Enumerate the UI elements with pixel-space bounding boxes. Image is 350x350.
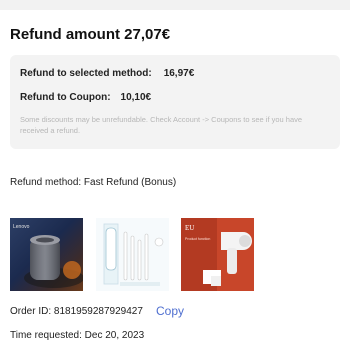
refund-breakdown-card: Refund to selected method: 16,97€ Refund … — [10, 55, 340, 149]
top-strip — [0, 0, 350, 10]
eu-badge: EU — [185, 224, 194, 232]
toothbrush-illustration — [103, 223, 164, 286]
discount-note: Some discounts may be unrefundable. Chec… — [20, 115, 303, 135]
refund-amount-title: Refund amount 27,07€ — [10, 26, 171, 43]
refund-coupon-row: Refund to Coupon: 10,10€ — [20, 92, 151, 103]
copy-order-id-button[interactable]: Copy — [156, 304, 184, 318]
time-requested: Time requested: Dec 20, 2023 — [10, 330, 145, 341]
toothbrush-kit-image[interactable] — [96, 218, 169, 291]
speaker-illustration: Lenovo — [13, 224, 83, 288]
refund-selected-method-label: Refund to selected method: — [20, 68, 152, 79]
refund-coupon-label: Refund to Coupon: — [20, 92, 111, 103]
lenovo-speaker-image[interactable]: Lenovo — [10, 218, 83, 291]
lenovo-logo: Lenovo — [13, 224, 30, 230]
refund-method-text: Refund method: Fast Refund (Bonus) — [10, 177, 177, 188]
refund-coupon-value: 10,10€ — [120, 92, 152, 103]
refund-selected-method-row: Refund to selected method: 16,97€ — [20, 68, 194, 79]
hair-dryer-illustration: EU Product function — [181, 218, 254, 291]
hair-dryer-image[interactable]: EU Product function — [181, 218, 254, 291]
order-id: Order ID: 8181959287929427 — [10, 306, 143, 317]
product-function-caption: Product function — [185, 237, 210, 241]
refund-selected-method-value: 16,97€ — [163, 68, 195, 79]
